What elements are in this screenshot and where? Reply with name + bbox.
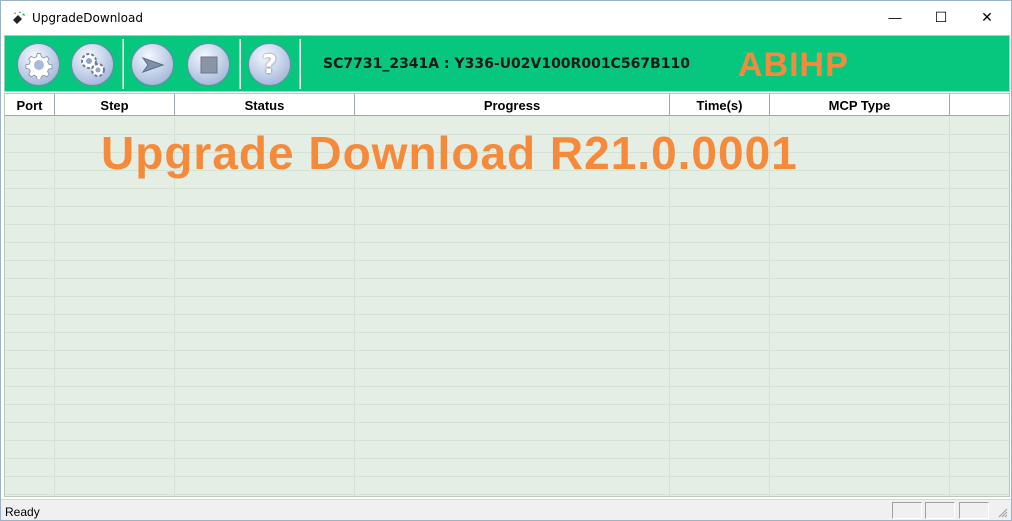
column-header-mcp-type[interactable]: MCP Type [770,94,950,116]
title-bar[interactable]: UpgradeDownload — ☐ ✕ [1,1,1011,34]
column-header-time[interactable]: Time(s) [670,94,770,116]
gear-icon [24,52,52,79]
status-text: Ready [5,505,40,519]
device-list[interactable]: Port Step Status Progress Time(s) MCP Ty… [4,93,1010,497]
help-button[interactable]: ? [248,43,291,86]
maximize-button[interactable]: ☐ [918,1,964,34]
close-button[interactable]: ✕ [964,1,1010,34]
gears-icon [80,52,105,77]
status-pane [925,502,955,519]
status-pane [959,502,989,519]
load-packet-button[interactable] [17,43,60,86]
maximize-icon: ☐ [934,9,948,25]
upgrade-download-app-icon [13,11,25,24]
toolbar-separator [122,39,124,89]
column-header-step[interactable]: Step [55,94,175,116]
list-body[interactable]: Upgrade Download R21.0.0001 [5,117,1009,496]
column-header-extra[interactable] [950,94,1009,116]
version-watermark: Upgrade Download R21.0.0001 [101,127,798,179]
resize-grip-icon[interactable] [998,508,1008,518]
status-pane [892,502,922,519]
minimize-icon: — [888,10,902,25]
question-icon: ? [261,49,278,80]
toolbar-separator [239,39,241,89]
brand-text: ABIHP [738,46,849,84]
app-window: UpgradeDownload — ☐ ✕ ? SC7731_2341A: Y… [0,0,1012,521]
settings-button[interactable] [71,43,114,86]
column-gridline [949,117,950,496]
play-arrow-icon [141,56,165,73]
toolbar-separator [299,39,301,89]
column-header-status[interactable]: Status [175,94,355,116]
start-download-button[interactable] [131,43,174,86]
toolbar: ? SC7731_2341A : Y336-U02V100R001C567B11… [4,35,1010,92]
window-title: UpgradeDownload [32,11,143,25]
column-header-port[interactable]: Port [5,94,55,116]
column-gridline [54,117,55,496]
stop-download-button[interactable] [187,43,230,86]
minimize-button[interactable]: — [872,1,918,34]
list-header: Port Step Status Progress Time(s) MCP Ty… [5,94,1009,116]
status-bar: Ready [1,499,1011,520]
firmware-info: SC7731_2341A : Y336-U02V100R001C567B110 [323,56,690,72]
close-icon: ✕ [981,9,993,25]
stop-square-icon [200,56,217,73]
column-header-progress[interactable]: Progress [355,94,670,116]
